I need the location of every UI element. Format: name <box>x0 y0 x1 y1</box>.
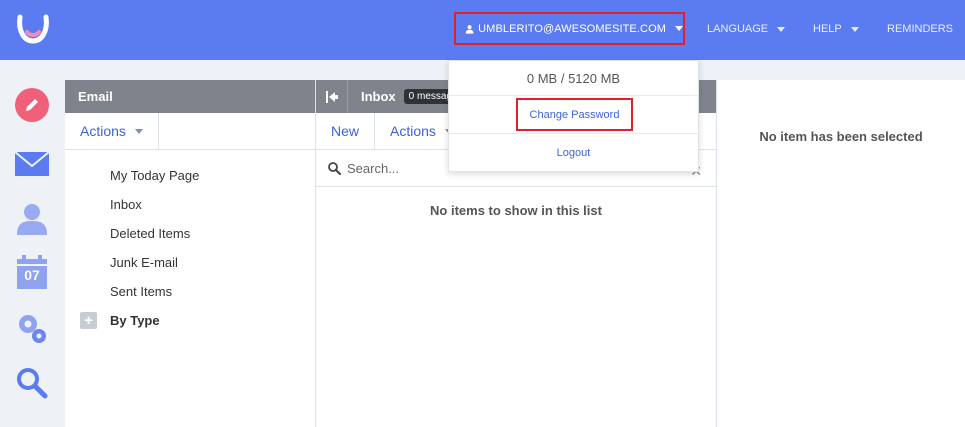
folder-sent-items[interactable]: Sent Items <box>110 284 172 299</box>
storage-quota: 0 MB / 5120 MB <box>449 61 698 96</box>
contacts-icon <box>17 204 47 235</box>
reading-pane: No item has been selected <box>717 80 965 427</box>
reminders-link[interactable]: REMINDERS <box>887 23 953 35</box>
no-selection-message: No item has been selected <box>759 129 923 144</box>
contacts-nav[interactable] <box>14 201 50 237</box>
search-icon <box>328 161 341 175</box>
help-menu[interactable]: HELP <box>813 23 859 35</box>
inbox-actions-label: Actions <box>390 123 436 139</box>
folder-deleted-items[interactable]: Deleted Items <box>110 226 190 241</box>
email-panel: Email Actions My Today Page Inbox Delete… <box>65 80 316 427</box>
new-button[interactable]: New <box>316 113 376 149</box>
chevron-down-icon <box>777 26 786 32</box>
logout-link[interactable]: Logout <box>449 147 698 159</box>
folder-my-today-page[interactable]: My Today Page <box>110 168 199 183</box>
inbox-title: Inbox <box>361 89 396 104</box>
language-menu[interactable]: LANGUAGE <box>707 23 786 35</box>
empty-list-message: No items to show in this list <box>430 203 602 218</box>
settings-icon <box>19 315 46 343</box>
mail-nav[interactable] <box>14 146 50 182</box>
reminders-label: REMINDERS <box>887 23 954 35</box>
folder-group-by-type[interactable]: By Type <box>110 313 160 328</box>
app-logo-icon[interactable] <box>14 11 52 47</box>
calendar-nav[interactable]: 07 <box>14 254 50 290</box>
search-icon <box>17 368 48 399</box>
collapse-panel-button[interactable] <box>316 80 348 113</box>
chevron-down-icon <box>134 128 143 134</box>
change-password-label: Change Password <box>529 108 620 121</box>
change-password-link[interactable]: Change Password <box>516 98 633 131</box>
email-toolbar: Actions <box>65 113 315 150</box>
user-menu-button[interactable]: UMBLERITO@AWESOMESITE.COM <box>454 12 685 45</box>
expand-icon[interactable]: + <box>80 312 97 329</box>
mail-icon <box>14 151 50 176</box>
help-label: HELP <box>813 23 842 35</box>
language-label: LANGUAGE <box>707 23 769 35</box>
email-actions-button[interactable]: Actions <box>65 113 159 149</box>
calendar-day: 07 <box>24 267 40 283</box>
app-rail: 07 <box>0 60 65 427</box>
chevron-down-icon <box>850 26 859 32</box>
email-panel-header: Email <box>65 80 315 113</box>
email-actions-label: Actions <box>80 123 126 139</box>
menu-divider <box>449 133 698 134</box>
compose-button[interactable] <box>14 87 50 123</box>
top-bar: UMBLERITO@AWESOMESITE.COM LANGUAGE HELP … <box>0 0 965 60</box>
search-nav[interactable] <box>14 365 50 401</box>
compose-icon <box>15 88 49 122</box>
folder-junk-email[interactable]: Junk E-mail <box>110 255 178 270</box>
user-icon <box>465 24 474 34</box>
user-dropdown-menu: 0 MB / 5120 MB Change Password Logout <box>448 60 699 172</box>
email-panel-title: Email <box>78 89 113 104</box>
new-label: New <box>331 123 360 139</box>
chevron-down-icon <box>675 26 683 31</box>
collapse-left-icon <box>325 90 338 103</box>
folder-inbox[interactable]: Inbox <box>110 197 142 212</box>
user-email: UMBLERITO@AWESOMESITE.COM <box>478 22 666 35</box>
settings-nav[interactable] <box>14 310 50 346</box>
